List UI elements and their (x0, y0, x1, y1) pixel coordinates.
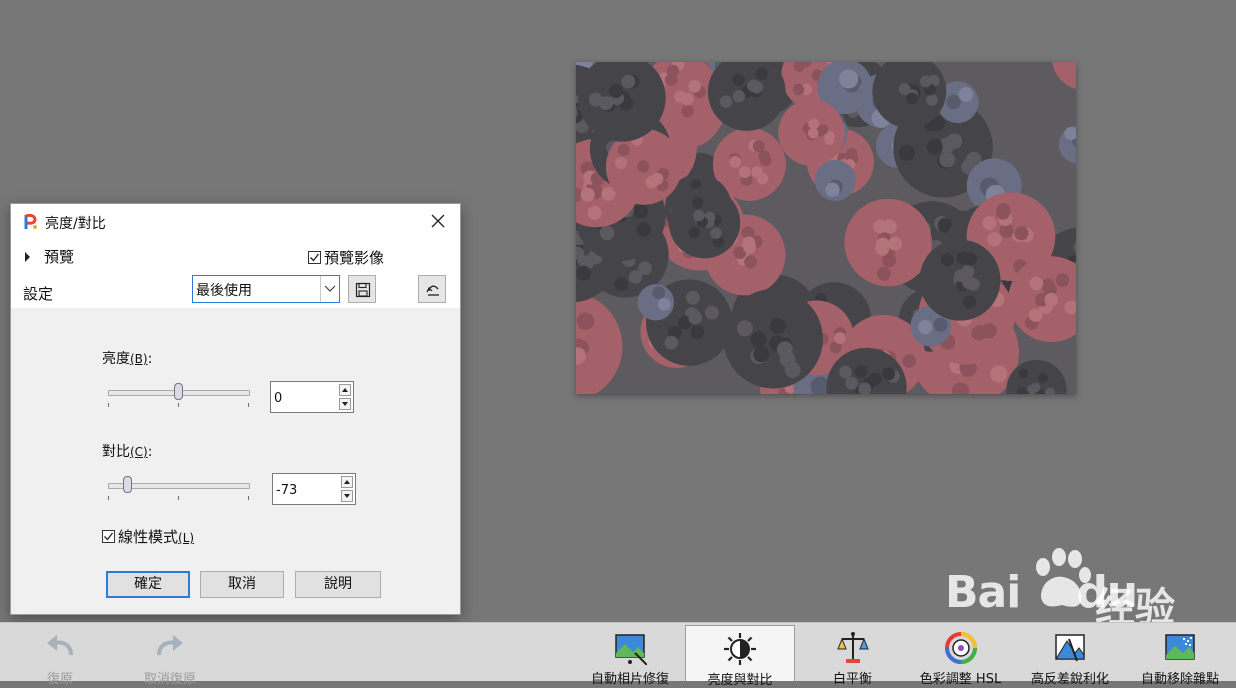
cancel-button[interactable]: 取消 (200, 571, 284, 598)
brightness-contrast-dialog: 亮度/對比 預覽 預覽影像 設定 最後使用 (10, 203, 461, 615)
photo-canvas (576, 62, 1076, 394)
linear-mode-checkbox[interactable]: 線性模式(L) (102, 526, 194, 547)
brightness-input[interactable]: 0 (270, 381, 354, 413)
chevron-down-icon (320, 276, 339, 302)
noise-removal-icon (1163, 631, 1197, 665)
ok-button[interactable]: 確定 (106, 571, 190, 598)
white-balance-button[interactable]: 白平衡 (805, 623, 900, 681)
checkbox-box (308, 251, 321, 264)
dialog-titlebar[interactable]: 亮度/對比 (11, 204, 460, 240)
contrast-input[interactable]: -73 (272, 473, 356, 505)
checkbox-box (102, 530, 115, 543)
reset-defaults-button[interactable] (418, 275, 446, 303)
auto-photo-fix-button[interactable]: 自動相片修復 (580, 623, 680, 681)
sharpen-button[interactable]: 高反差銳利化 (1020, 623, 1120, 681)
arrow-up-icon (344, 480, 350, 484)
check-icon (103, 531, 114, 542)
arrow-down-icon (342, 402, 348, 406)
paw-icon (1025, 545, 1095, 615)
preview-image-label: 預覽影像 (324, 247, 384, 268)
contrast-value: -73 (276, 483, 297, 498)
white-balance-icon (836, 631, 870, 665)
contrast-down-button[interactable] (341, 490, 353, 502)
close-icon (431, 214, 445, 228)
check-icon (309, 252, 320, 263)
reset-icon (425, 282, 441, 298)
undo-button[interactable]: 復原 (20, 623, 100, 681)
preview-image-checkbox[interactable]: 預覽影像 (308, 247, 384, 268)
undo-icon (43, 631, 77, 665)
brightness-value: 0 (274, 391, 282, 406)
hsl-button[interactable]: 色彩調整 HSL (908, 623, 1013, 681)
linear-mode-label: 線性模式(L) (118, 526, 194, 547)
arrow-down-icon (344, 494, 350, 498)
redo-icon (153, 631, 187, 665)
preview-section-label: 預覽 (44, 248, 74, 266)
settings-select-value: 最後使用 (196, 280, 252, 300)
save-icon (355, 282, 371, 298)
arrow-up-icon (342, 388, 348, 392)
bottom-toolbar: 復原 取消復原 自動相片修復 亮度與對比 (0, 622, 1236, 681)
contrast-slider-thumb[interactable] (123, 476, 132, 493)
settings-label: 設定 (23, 283, 53, 304)
close-button[interactable] (427, 210, 449, 232)
brightness-slider[interactable] (106, 381, 256, 405)
adjustment-panel: 亮度(B): 0 對比(C): -73 線性模式(L) (11, 308, 460, 614)
dialog-title: 亮度/對比 (45, 213, 106, 233)
paintshop-app-icon (22, 213, 40, 231)
brightness-up-button[interactable] (339, 384, 351, 396)
preview-section-toggle[interactable]: 預覽 (25, 246, 74, 267)
brightness-down-button[interactable] (339, 398, 351, 410)
contrast-up-button[interactable] (341, 476, 353, 488)
brightness-label: 亮度(B): (102, 348, 152, 368)
brightness-contrast-button[interactable]: 亮度與對比 (685, 625, 795, 681)
brightness-contrast-icon (723, 632, 757, 666)
hsl-icon (944, 631, 978, 665)
noise-removal-button[interactable]: 自動移除雜點 (1124, 623, 1236, 681)
watermark-brand: Baidu (945, 567, 1137, 618)
contrast-slider[interactable] (106, 474, 256, 498)
save-preset-button[interactable] (348, 275, 376, 303)
settings-select[interactable]: 最後使用 (192, 275, 340, 303)
sharpen-icon (1053, 631, 1087, 665)
help-button[interactable]: 說明 (295, 571, 381, 598)
contrast-label: 對比(C): (102, 441, 152, 461)
auto-photo-fix-icon (613, 631, 647, 665)
expand-triangle-icon (25, 252, 30, 262)
brightness-slider-thumb[interactable] (174, 383, 183, 400)
redo-button[interactable]: 取消復原 (130, 623, 210, 681)
